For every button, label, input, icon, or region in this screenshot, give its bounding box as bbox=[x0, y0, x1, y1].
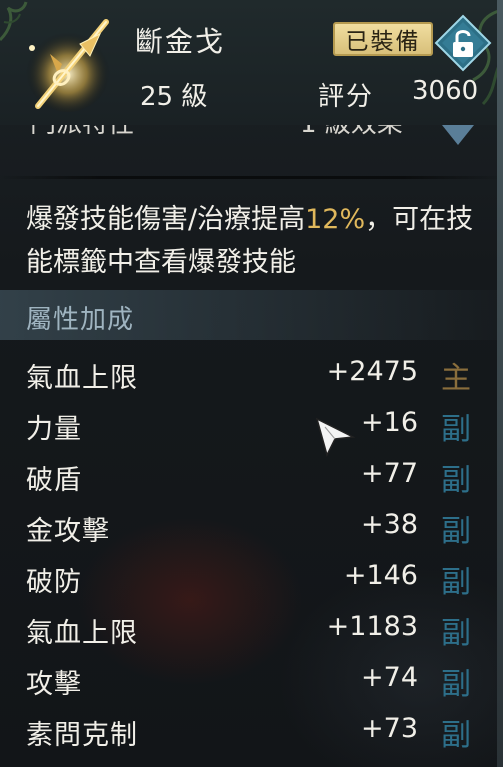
attribute-row: 氣血上限 +1183 副 bbox=[0, 603, 503, 654]
attribute-value: +73 bbox=[361, 713, 418, 744]
golden-spear-icon bbox=[26, 19, 110, 112]
attribute-list: 氣血上限 +2475 主 力量 +16 副 破盾 +77 副 金攻擊 +38 副… bbox=[0, 348, 503, 756]
attribute-value: +146 bbox=[343, 560, 418, 591]
description-text-1: 爆發技能傷害/治療提高 bbox=[26, 204, 306, 235]
attribute-row: 破防 +146 副 bbox=[0, 552, 503, 603]
attribute-value: +1183 bbox=[326, 611, 418, 642]
attribute-name: 破盾 bbox=[26, 465, 82, 496]
attribute-name: 氣血上限 bbox=[26, 618, 138, 649]
attribute-value: +77 bbox=[361, 458, 418, 489]
divider bbox=[0, 176, 503, 179]
equipped-label: 已裝備 bbox=[345, 29, 421, 55]
attribute-row: 素問克制 +73 副 bbox=[0, 705, 503, 756]
sect-trait-label: 門派特性 bbox=[30, 125, 134, 140]
chevron-down-icon[interactable] bbox=[440, 125, 476, 149]
attribute-value: +74 bbox=[361, 662, 418, 693]
panel-edge bbox=[497, 0, 503, 767]
score-label: 評分 bbox=[318, 82, 375, 112]
item-tooltip-panel: 斷金戈 25 級 已裝備 評分 3060 門派特性 1 級效果 爆發技能傷害/治… bbox=[0, 0, 503, 767]
attribute-name: 力量 bbox=[26, 414, 82, 445]
attribute-row: 力量 +16 副 bbox=[0, 399, 503, 450]
item-header: 斷金戈 25 級 已裝備 評分 3060 bbox=[0, 0, 503, 125]
partially-hidden-row: 門派特性 1 級效果 bbox=[0, 125, 503, 177]
sub-attribute-tag: 副 bbox=[441, 718, 471, 753]
sub-attribute-tag: 副 bbox=[441, 565, 471, 600]
item-name: 斷金戈 bbox=[135, 25, 226, 58]
attribute-name: 素問克制 bbox=[26, 720, 138, 751]
item-level: 25 級 bbox=[140, 82, 208, 112]
main-attribute-tag: 主 bbox=[441, 361, 471, 396]
attribute-value: +2475 bbox=[326, 356, 418, 387]
sub-attribute-tag: 副 bbox=[441, 463, 471, 498]
attribute-value: +16 bbox=[361, 407, 418, 438]
attribute-row: 氣血上限 +2475 主 bbox=[0, 348, 503, 399]
attribute-value: +38 bbox=[361, 509, 418, 540]
mouse-cursor-icon bbox=[315, 417, 356, 458]
attribute-row: 金攻擊 +38 副 bbox=[0, 501, 503, 552]
attribute-row: 攻擊 +74 副 bbox=[0, 654, 503, 705]
sub-attribute-tag: 副 bbox=[441, 412, 471, 447]
attribute-name: 氣血上限 bbox=[26, 363, 138, 394]
score-value: 3060 bbox=[412, 76, 479, 106]
sub-attribute-tag: 副 bbox=[441, 667, 471, 702]
description-highlight: 12% bbox=[305, 204, 366, 235]
equipped-badge: 已裝備 bbox=[333, 22, 433, 56]
attribute-name: 金攻擊 bbox=[26, 516, 110, 547]
unlock-icon[interactable] bbox=[434, 14, 492, 72]
attribute-name: 破防 bbox=[26, 567, 82, 598]
sub-attribute-tag: 副 bbox=[441, 616, 471, 651]
attribute-section-header: 屬性加成 bbox=[0, 290, 503, 340]
trait-level-label: 1 級效果 bbox=[300, 125, 403, 140]
section-title: 屬性加成 bbox=[26, 305, 135, 335]
skill-description: 爆發技能傷害/治療提高12%，可在技能標籤中查看爆發技能 bbox=[26, 198, 486, 284]
attribute-row: 破盾 +77 副 bbox=[0, 450, 503, 501]
sub-attribute-tag: 副 bbox=[441, 514, 471, 549]
attribute-name: 攻擊 bbox=[26, 669, 82, 700]
